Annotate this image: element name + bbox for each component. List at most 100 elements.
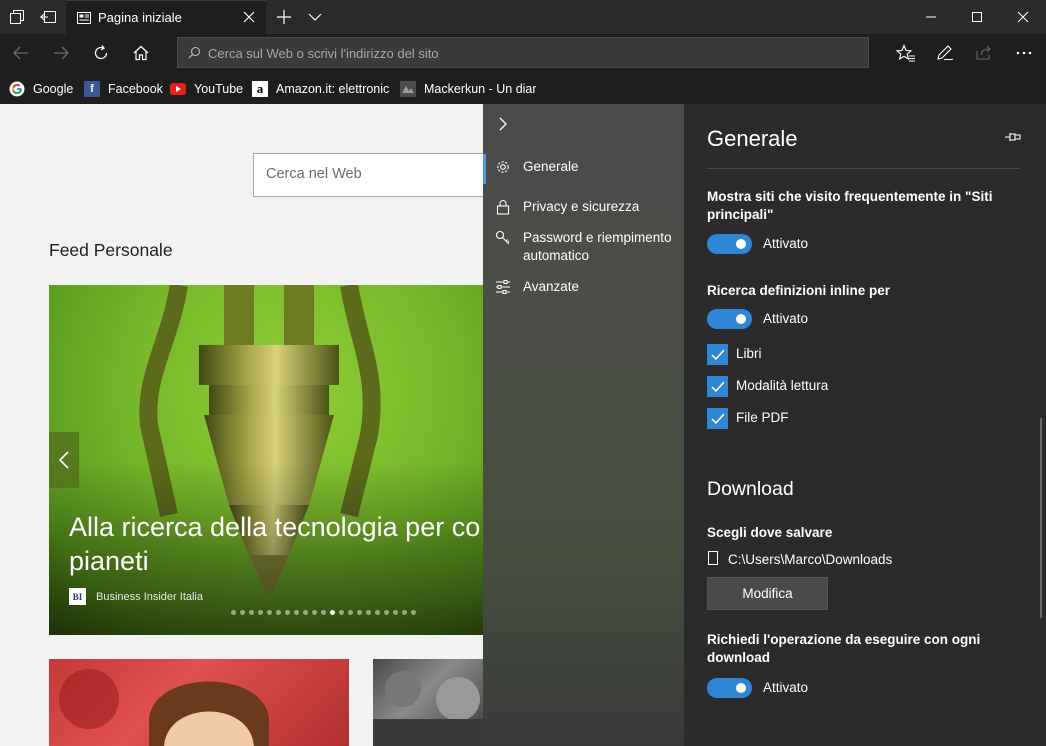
inline-definitions-toggle[interactable] [707,309,752,329]
collapse-chevron-right-icon[interactable] [497,116,509,137]
favorite-mackerkun[interactable]: Mackerkun - Un diari [400,80,536,98]
sliders-icon [483,278,523,295]
carousel-dot[interactable] [312,610,317,615]
search-icon [188,46,201,64]
settings-nav-generale[interactable]: Generale [483,154,684,184]
ask-action-state: Attivato [763,680,809,695]
tab-title: Pagina iniziale [98,10,182,25]
favorite-google[interactable]: Google [9,80,73,98]
favorite-label: Mackerkun - Un diari [424,82,536,96]
carousel-dot[interactable] [357,610,362,615]
news-card[interactable] [373,659,493,746]
tab-manager-icon[interactable] [7,7,27,27]
carousel-dot[interactable] [276,610,281,615]
carousel-dot[interactable] [375,610,380,615]
address-input[interactable] [208,44,848,62]
carousel-dot[interactable] [366,610,371,615]
web-search-input[interactable] [266,166,486,182]
hero-source: BI Business Insider Italia [69,588,203,605]
carousel-dot[interactable] [393,610,398,615]
top-sites-state: Attivato [763,236,809,251]
title-divider [707,168,1020,169]
pen-notes-icon[interactable] [933,42,957,64]
carousel-dot[interactable] [231,610,236,615]
tab-preview-chevron-down-icon[interactable] [305,7,325,27]
carousel-dot[interactable] [402,610,407,615]
amazon-icon: a [252,81,268,97]
home-icon[interactable] [129,42,153,64]
new-tab-icon[interactable] [274,7,294,27]
checkbox-libri-label: Libri [736,346,762,361]
forward-arrow-icon[interactable] [49,42,73,64]
page-icon [76,10,92,31]
settings-nav-avanzate[interactable]: Avanzate [483,278,684,296]
browser-window: Pagina iniziale Cerca sul Web o scrivi l… [0,0,1046,746]
checkbox-reading-mode-label: Modalità lettura [736,378,829,393]
favorite-label: Google [33,82,74,96]
news-card-image [59,669,269,746]
close-window-button[interactable] [1000,0,1046,34]
refresh-icon[interactable] [89,42,113,64]
checkbox-libri[interactable] [707,344,728,365]
favorite-label: YouTube [194,82,244,96]
set-aside-tabs-icon[interactable] [38,7,58,27]
settings-scrollbar[interactable] [1040,418,1042,618]
more-options-icon[interactable] [1012,42,1036,64]
maximize-button[interactable] [954,0,1000,34]
carousel-dot[interactable] [294,610,299,615]
checkbox-reading-mode[interactable] [707,376,728,397]
carousel-dot[interactable] [348,610,353,615]
navigation-bar [0,34,1046,72]
hero-news-card[interactable]: Alla ricerca della tecnologia per co pia… [49,285,489,635]
settings-nav-label: Privacy e sicurezza [523,199,640,214]
carousel-dot[interactable] [303,610,308,615]
carousel-dot[interactable] [249,610,254,615]
top-sites-toggle[interactable] [707,234,752,254]
settings-panel: Generale Mostra siti che visito frequent… [684,104,1046,746]
minimize-button[interactable] [908,0,954,34]
lock-icon [483,198,523,215]
carousel-dot[interactable] [258,610,263,615]
settings-title: Generale [707,126,798,151]
checkbox-pdf[interactable] [707,408,728,429]
favorite-youtube[interactable]: YouTube [170,80,243,98]
carousel-dot[interactable] [267,610,272,615]
favorite-facebook[interactable]: f Facebook [84,80,163,98]
carousel-dot[interactable] [321,610,326,615]
close-tab-icon[interactable] [242,10,256,29]
settings-nav-label: Generale [523,159,579,174]
favorites-star-icon[interactable] [894,42,918,64]
carousel-previous-button[interactable] [49,432,79,488]
back-arrow-icon[interactable] [9,42,33,64]
carousel-dot[interactable] [240,610,245,615]
news-card[interactable] [49,659,349,746]
hero-headline[interactable]: Alla ricerca della tecnologia per co pia… [69,510,489,578]
favorite-amazon[interactable]: a Amazon.it: elettronica [252,80,390,98]
carousel-dot[interactable] [384,610,389,615]
youtube-icon [170,81,186,97]
favorites-bar: Google f Facebook YouTube a Amazon.it: e… [0,72,1046,104]
checkbox-pdf-label: File PDF [736,410,789,425]
settings-nav-label: Password e riempimento automatico [523,230,672,263]
carousel-dot[interactable] [330,610,335,615]
key-icon [483,229,523,246]
tab-pagina-iniziale[interactable]: Pagina iniziale [66,0,266,34]
ask-action-label: Richiedi l'operazione da eseguire con og… [707,632,981,665]
settings-nav-password[interactable]: Password e riempimento automatico [483,229,684,265]
address-bar[interactable] [177,37,869,68]
web-search-box[interactable] [253,153,503,197]
settings-nav-privacy[interactable]: Privacy e sicurezza [483,198,684,216]
gear-icon [483,158,523,175]
carousel-dot[interactable] [411,610,416,615]
business-insider-logo: BI [69,588,86,605]
pin-icon[interactable] [1004,130,1022,149]
carousel-dot[interactable] [285,610,290,615]
checkmark-icon [710,412,725,424]
carousel-dot[interactable] [339,610,344,615]
news-card-image [373,671,493,746]
share-icon[interactable] [972,42,996,64]
ask-action-toggle[interactable] [707,678,752,698]
settings-nav: Generale Privacy e sicurezza Password e … [483,104,684,746]
modify-button[interactable]: Modifica [707,577,828,610]
favorite-label: Amazon.it: elettronica [276,82,390,96]
